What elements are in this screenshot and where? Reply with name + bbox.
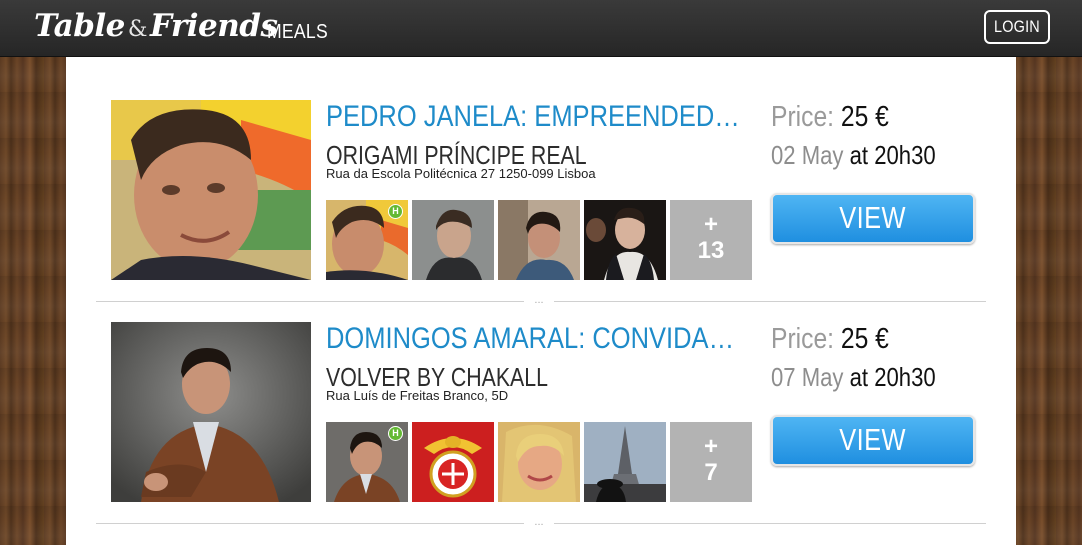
top-navbar: Table &Friends MEALS LOGIN (0, 0, 1082, 57)
meal-venue-address: Rua Luís de Freitas Branco, 5D (326, 388, 509, 403)
guest-avatar-host[interactable]: H (326, 422, 408, 502)
meal-date-day: 02 May (771, 140, 844, 170)
login-button[interactable]: LOGIN (984, 10, 1050, 44)
guest-avatar[interactable] (412, 422, 494, 502)
guest-list: H (326, 200, 756, 280)
meal-host-photo[interactable] (111, 322, 311, 502)
more-guests-number: 13 (697, 237, 725, 264)
logo-text-friends: Friends (149, 8, 278, 44)
meal-venue-address: Rua da Escola Politécnica 27 1250-099 Li… (326, 166, 596, 181)
host-badge: H (388, 204, 403, 219)
site-logo[interactable]: Table &Friends (34, 8, 278, 44)
logo-ampersand: & (127, 17, 148, 42)
meal-title-link[interactable]: DOMINGOS AMARAL: CONVIDADO ES… (326, 322, 751, 356)
meal-date-day: 07 May (771, 362, 844, 392)
logo-text-table: Table (34, 8, 125, 44)
guest-avatar[interactable] (498, 200, 580, 280)
meal-price: Price: 25 € (771, 322, 889, 356)
price-label: Price: (771, 101, 835, 133)
view-meal-button[interactable]: VIEW (771, 415, 975, 466)
more-guests-count[interactable]: + 13 (670, 200, 752, 280)
separator-dots: ... (524, 295, 554, 307)
separator-dots: ... (524, 517, 554, 529)
meal-title-link[interactable]: PEDRO JANELA: EMPREENDEDOR CON… (326, 100, 751, 134)
meals-list-panel: PEDRO JANELA: EMPREENDEDOR CON… ORIGAMI … (66, 57, 1016, 545)
meal-date-time: at 20h30 (849, 362, 936, 392)
host-badge: H (388, 426, 403, 441)
view-meal-button[interactable]: VIEW (771, 193, 975, 244)
more-guests-count[interactable]: + 7 (670, 422, 752, 502)
nav-link-meals[interactable]: MEALS (267, 21, 328, 44)
guest-avatar[interactable] (584, 200, 666, 280)
meal-date: 07 May at 20h30 (771, 362, 936, 392)
view-button-label: VIEW (839, 422, 907, 457)
guest-avatar[interactable] (498, 422, 580, 502)
more-guests-plus: + (703, 211, 718, 238)
view-button-label: VIEW (839, 200, 907, 235)
more-guests-plus: + (703, 433, 718, 460)
guest-avatar[interactable] (412, 200, 494, 280)
guest-avatar[interactable] (584, 422, 666, 502)
meal-date: 02 May at 20h30 (771, 140, 936, 170)
price-value: 25 € (840, 101, 889, 133)
meal-host-photo[interactable] (111, 100, 311, 280)
price-label: Price: (771, 323, 835, 355)
price-value: 25 € (840, 323, 889, 355)
meal-card: DOMINGOS AMARAL: CONVIDADO ES… VOLVER BY… (111, 322, 991, 502)
more-guests-number: 7 (704, 459, 718, 486)
login-button-label: LOGIN (994, 17, 1040, 36)
meal-card: PEDRO JANELA: EMPREENDEDOR CON… ORIGAMI … (111, 100, 991, 280)
guest-avatar-host[interactable]: H (326, 200, 408, 280)
meal-price: Price: 25 € (771, 100, 889, 134)
meal-date-time: at 20h30 (849, 140, 936, 170)
guest-list: H (326, 422, 756, 502)
